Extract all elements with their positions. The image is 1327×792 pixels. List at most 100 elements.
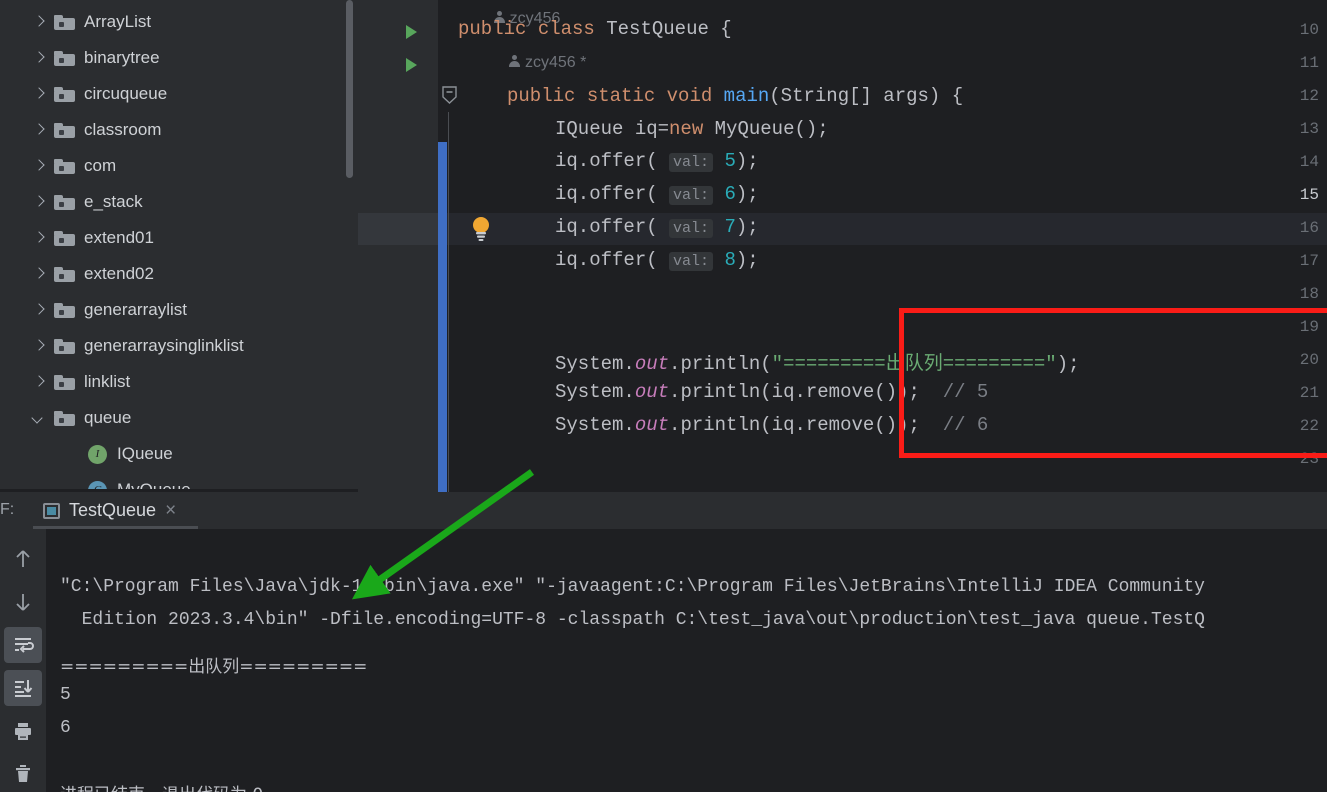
token-out: out: [634, 414, 670, 436]
vcs-change-marker[interactable]: [438, 142, 447, 492]
run-tab-bar: F: TestQueue ×: [0, 492, 1327, 529]
folder-icon: [54, 86, 75, 102]
tree-item-arraylist[interactable]: ArrayList: [0, 4, 358, 40]
folder-icon: [54, 158, 75, 174]
chevron-right-icon[interactable]: [30, 193, 48, 211]
token-remove-call: iq.remove());: [771, 414, 920, 436]
close-icon[interactable]: ×: [165, 500, 176, 522]
line-number-18: 18: [1299, 285, 1319, 303]
project-tree-scrollbar[interactable]: [346, 0, 353, 178]
folder-icon: [54, 410, 75, 426]
tree-item-extend02[interactable]: extend02: [0, 256, 358, 292]
run-gutter-icon[interactable]: [406, 25, 417, 39]
token-println: .println(: [669, 381, 772, 403]
tree-item-queue[interactable]: queue: [0, 400, 358, 436]
console-toolbar[interactable]: [0, 529, 46, 792]
line-number-21: 21: [1299, 384, 1319, 402]
chevron-right-icon[interactable]: [30, 229, 48, 247]
code-line-12[interactable]: IQueue iq=new MyQueue();: [555, 118, 829, 140]
tree-item-circuqueue[interactable]: circuqueue: [0, 76, 358, 112]
tree-item-e_stack[interactable]: e_stack: [0, 184, 358, 220]
intention-bulb-icon[interactable]: [470, 216, 492, 242]
token-offer-tail: );: [735, 183, 759, 205]
arrow-down-icon[interactable]: [4, 584, 42, 620]
parameter-hint: val:: [669, 219, 714, 238]
folder-icon: [54, 266, 75, 282]
code-line-19[interactable]: System.out.println("=========出队列========…: [555, 348, 1080, 375]
chevron-right-icon[interactable]: [30, 13, 48, 31]
tree-item-iqueue[interactable]: I IQueue: [0, 436, 358, 472]
code-fold-guide: [448, 112, 449, 492]
console-line-cmdline-1: "C:\Program Files\Java\jdk-17\bin\java.e…: [60, 577, 1205, 597]
tree-item-label: extend01: [84, 228, 154, 247]
interface-icon: I: [88, 444, 107, 464]
editor-gutter[interactable]: [358, 0, 438, 492]
token-offer-call: iq.offer(: [555, 216, 670, 238]
chevron-right-icon[interactable]: [30, 121, 48, 139]
token-comment: // 6: [942, 414, 989, 436]
tree-item-extend01[interactable]: extend01: [0, 220, 358, 256]
chevron-right-icon[interactable]: [30, 265, 48, 283]
token-offer-tail: );: [735, 216, 759, 238]
folder-icon: [54, 14, 75, 30]
code-editor[interactable]: 10 11 12 13 14 15 16 17 18 19 20 21 22 23 zcy456 publ…: [358, 0, 1327, 492]
token-remove-call: iq.remove());: [771, 381, 920, 403]
line-number-10: 10: [1299, 21, 1319, 39]
print-icon[interactable]: [4, 713, 42, 749]
folder-icon: [54, 50, 75, 66]
chevron-right-icon[interactable]: [30, 49, 48, 67]
tree-item-binarytree[interactable]: binarytree: [0, 40, 358, 76]
folder-icon: [54, 230, 75, 246]
tree-item-label: binarytree: [84, 48, 160, 67]
token-println: .println(: [669, 353, 772, 375]
line-number-14: 14: [1299, 153, 1319, 171]
code-line-13[interactable]: iq.offer( val: 5);: [555, 150, 759, 172]
ide-window: ArrayList binarytree circuqueue classroom co…: [0, 0, 1327, 792]
run-configuration-tab[interactable]: TestQueue ×: [33, 492, 186, 529]
line-number-12: 12: [1299, 87, 1319, 105]
chevron-down-icon[interactable]: [30, 409, 48, 427]
chevron-right-icon[interactable]: [30, 157, 48, 175]
run-gutter-icon[interactable]: [406, 58, 417, 72]
tree-item-label: queue: [84, 408, 132, 427]
folder-icon: [54, 374, 75, 390]
tree-item-label: e_stack: [84, 192, 143, 211]
scroll-to-end-icon[interactable]: [4, 670, 42, 706]
arrow-up-icon[interactable]: [4, 541, 42, 577]
folder-icon: [54, 338, 75, 354]
tree-item-generarraylist[interactable]: generarraylist: [0, 292, 358, 328]
token-out: out: [634, 353, 670, 375]
tree-item-generarraysinglinklist[interactable]: generarraysinglinklist: [0, 328, 358, 364]
console-output[interactable]: "C:\Program Files\Java\jdk-17\bin\java.e…: [46, 529, 1327, 792]
chevron-right-icon[interactable]: [30, 337, 48, 355]
line-number-17: 17: [1299, 252, 1319, 270]
code-line-14[interactable]: iq.offer( val: 6);: [555, 183, 759, 205]
tree-item-label: classroom: [84, 120, 162, 139]
token-comment: // 5: [942, 381, 989, 403]
line-number-15: 15: [1299, 186, 1319, 204]
chevron-right-icon[interactable]: [30, 85, 48, 103]
tree-item-linklist[interactable]: linklist: [0, 364, 358, 400]
code-line-20[interactable]: System.out.println(iq.remove()); // 5: [555, 381, 988, 403]
folder-icon: [54, 122, 75, 138]
console-line-output-value-1: 5: [60, 685, 71, 705]
fold-collapse-icon[interactable]: [442, 86, 457, 104]
line-number-16: 16: [1299, 219, 1319, 237]
code-line-16[interactable]: iq.offer( val: 8);: [555, 249, 759, 271]
token-new: new: [669, 118, 704, 140]
tree-item-classroom[interactable]: classroom: [0, 112, 358, 148]
soft-wrap-icon[interactable]: [4, 627, 42, 663]
chevron-right-icon[interactable]: [30, 301, 48, 319]
tree-item-com[interactable]: com: [0, 148, 358, 184]
code-line-21[interactable]: System.out.println(iq.remove()); // 6: [555, 414, 988, 436]
token-public: public: [507, 85, 576, 107]
code-line-11[interactable]: public static void main(String[] args) {: [507, 85, 963, 107]
chevron-right-icon[interactable]: [30, 373, 48, 391]
code-line-15[interactable]: iq.offer( val: 7);: [555, 216, 759, 238]
code-line-10[interactable]: public class TestQueue {: [458, 18, 732, 40]
project-tree-panel[interactable]: ArrayList binarytree circuqueue classroom co…: [0, 0, 358, 492]
current-line-highlight: [358, 213, 1327, 245]
console-line-output-separator: =========出队列=========: [60, 657, 368, 677]
token-system: System.: [555, 353, 635, 375]
trash-icon[interactable]: [4, 756, 42, 792]
